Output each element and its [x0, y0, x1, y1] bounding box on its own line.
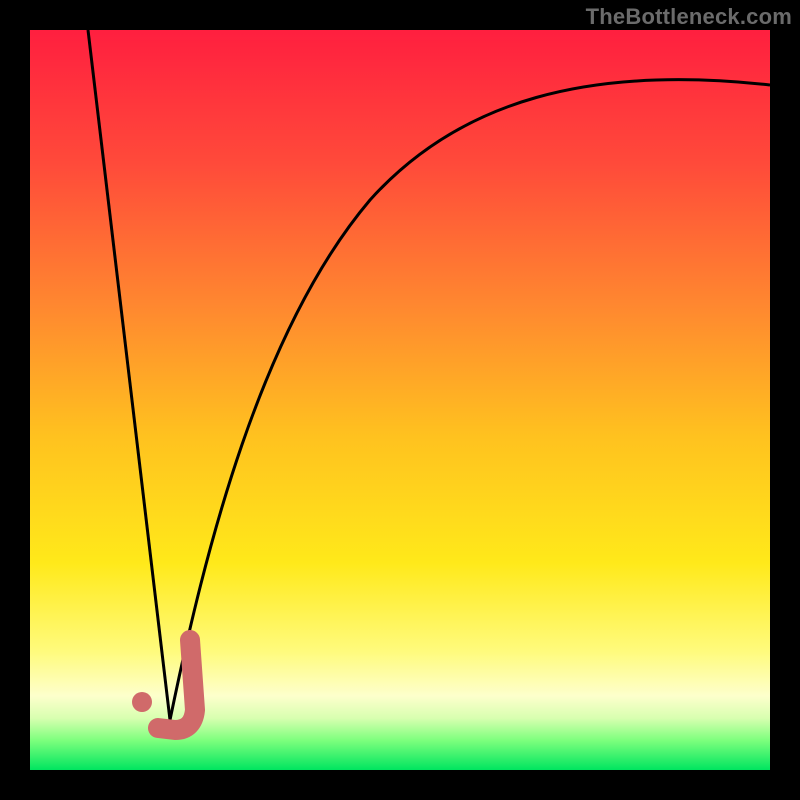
watermark-text: TheBottleneck.com [586, 4, 792, 30]
curve-right [170, 80, 770, 720]
bottleneck-chart-frame: TheBottleneck.com [0, 0, 800, 800]
highlight-dot [132, 692, 152, 712]
plot-area [30, 30, 770, 770]
bottleneck-curves [30, 30, 770, 770]
curve-left [88, 30, 170, 720]
